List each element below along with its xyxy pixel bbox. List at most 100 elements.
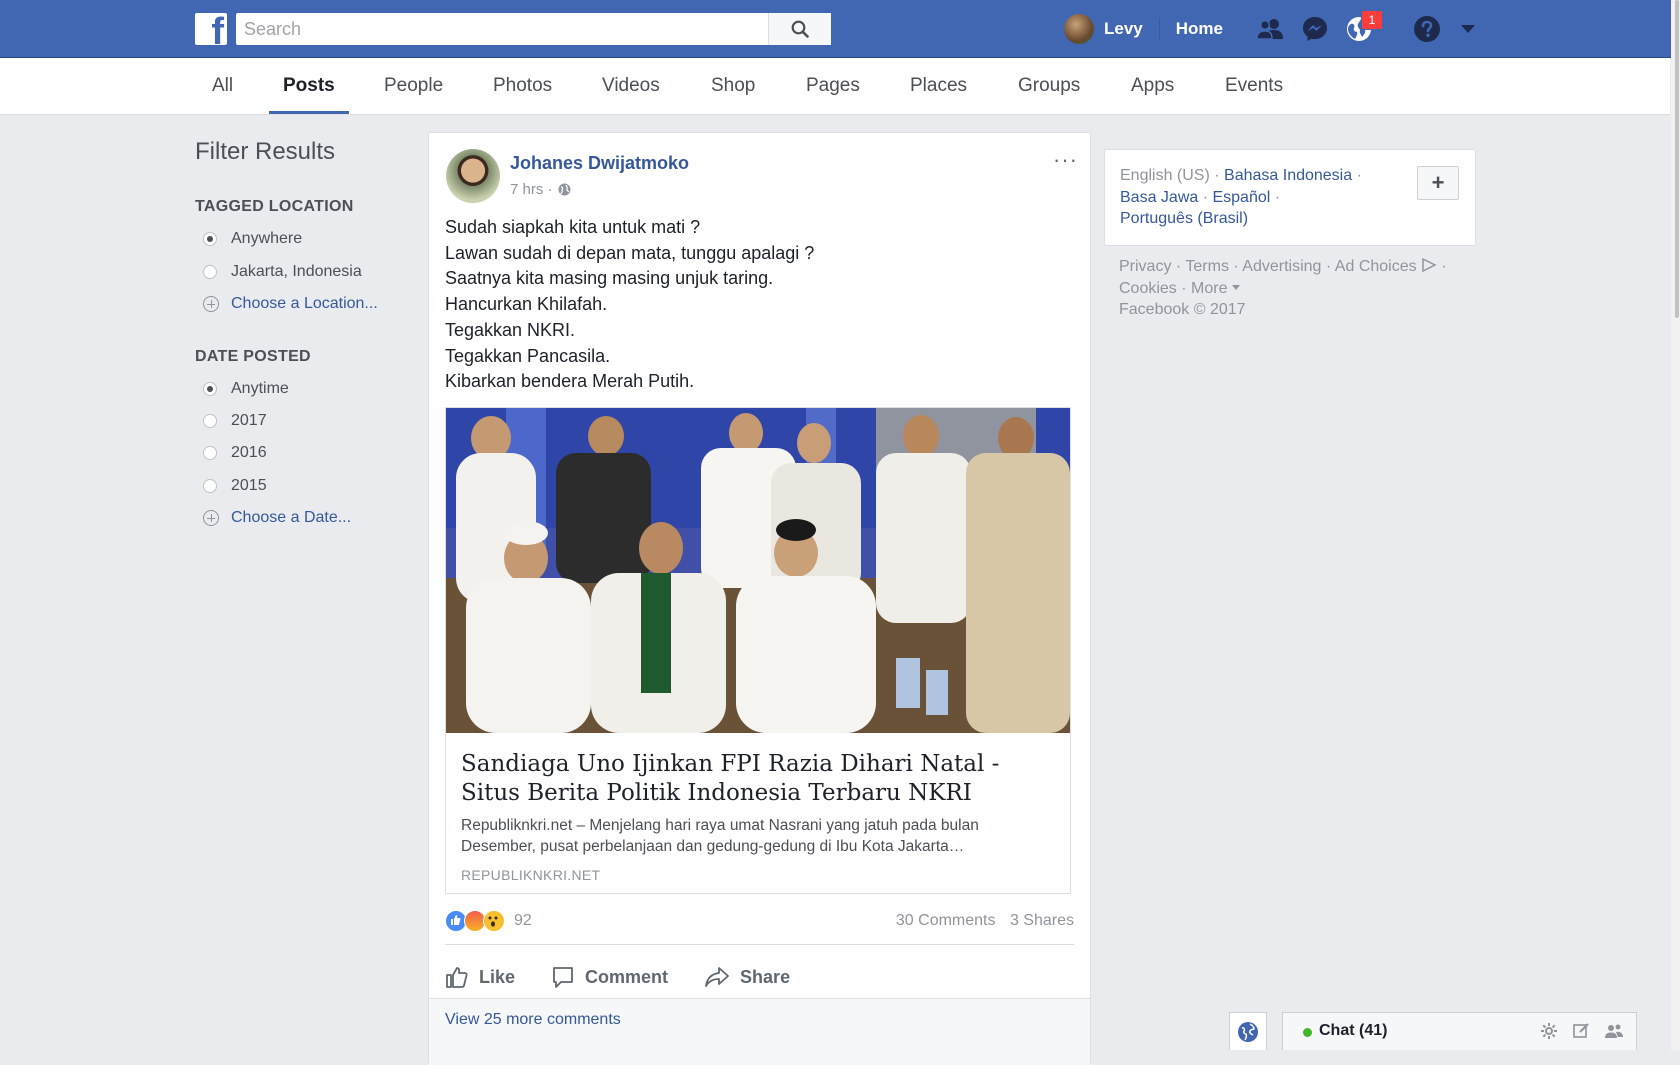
comments-section: View 25 more comments	[429, 998, 1090, 1065]
like-button[interactable]: Like	[445, 965, 515, 989]
post-line: Hancurkan Khilafah.	[445, 294, 608, 315]
post-timestamp[interactable]: 7 hrs ·	[510, 181, 571, 198]
help-icon	[1414, 16, 1440, 42]
language-link[interactable]: Português (Brasil)	[1120, 210, 1248, 227]
page-scrollbar-thumb[interactable]	[1675, 0, 1679, 318]
date-posted-heading: DATE POSTED	[195, 348, 311, 365]
post-line: Tegakkan Pancasila.	[445, 345, 611, 366]
top-separator	[1158, 18, 1160, 40]
ad-choices-link[interactable]: Ad Choices	[1335, 258, 1417, 275]
post-author-link[interactable]: Johanes Dwijatmoko	[510, 153, 689, 174]
search-button[interactable]	[768, 13, 831, 45]
reactions-summary[interactable]: 92	[445, 909, 532, 933]
filter-results-title: Filter Results	[195, 138, 336, 165]
date-option-2017[interactable]: 2017	[203, 410, 267, 432]
chat-sidebar-bar[interactable]: Chat (41)	[1282, 1012, 1637, 1050]
search-icon	[791, 20, 809, 38]
notifications-button[interactable]: 1	[1343, 10, 1383, 45]
facebook-logo-icon[interactable]: f	[195, 13, 227, 45]
ad-choices-icon	[1422, 257, 1437, 273]
tab-apps[interactable]: Apps	[1131, 58, 1174, 114]
tab-photos[interactable]: Photos	[493, 58, 552, 114]
copyright-text: Facebook © 2017	[1119, 301, 1246, 318]
search-input[interactable]	[236, 13, 782, 45]
radio-selected[interactable]	[203, 232, 217, 246]
terms-link[interactable]: Terms	[1185, 258, 1229, 275]
add-circle-icon	[203, 510, 219, 526]
language-link[interactable]: Basa Jawa	[1120, 189, 1198, 206]
language-selector-box: English (US) · Bahasa Indonesia · Basa J…	[1104, 149, 1476, 246]
post-line: Saatnya kita masing masing unjuk taring.	[445, 268, 774, 289]
post-line: Sudah siapkah kita untuk mati ?	[445, 217, 701, 237]
date-option-anytime[interactable]: Anytime	[203, 378, 289, 400]
link-preview-title[interactable]: Sandiaga Uno Ijinkan FPI Razia Dihari Na…	[461, 750, 1056, 808]
home-link[interactable]: Home	[1176, 19, 1223, 39]
search-box	[236, 13, 831, 45]
top-navigation-bar: f Levy Home	[0, 0, 1671, 58]
location-option-jakarta[interactable]: Jakarta, Indonesia	[203, 261, 362, 283]
date-option-2015[interactable]: 2015	[203, 475, 267, 497]
user-name-link[interactable]: Levy	[1104, 19, 1143, 39]
post-card: Johanes Dwijatmoko 7 hrs · ··· Sudah sia…	[428, 132, 1091, 1065]
friend-requests-button[interactable]	[1254, 13, 1286, 45]
post-line: Tegakkan NKRI.	[445, 319, 576, 340]
advertising-link[interactable]: Advertising	[1242, 258, 1321, 275]
link-preview-card[interactable]: Sandiaga Uno Ijinkan FPI Razia Dihari Na…	[445, 407, 1071, 894]
radio-unselected[interactable]	[203, 446, 217, 460]
help-button[interactable]	[1411, 13, 1443, 45]
radio-unselected[interactable]	[203, 479, 217, 493]
account-menu-button[interactable]	[1452, 13, 1484, 45]
caret-down-icon	[1461, 25, 1475, 33]
chat-label[interactable]: Chat (41)	[1319, 1022, 1387, 1040]
share-button[interactable]: Share	[704, 965, 790, 989]
public-globe-icon	[558, 183, 571, 196]
comment-button[interactable]: Comment	[551, 965, 668, 989]
tab-all[interactable]: All	[212, 58, 233, 114]
date-option-2016[interactable]: 2016	[203, 442, 267, 464]
add-language-button[interactable]: +	[1417, 166, 1459, 200]
comments-count-link[interactable]: 30 Comments	[896, 912, 996, 929]
post-message: Sudah siapkah kita untuk mati ? Lawan su…	[445, 215, 1065, 395]
tab-places[interactable]: Places	[910, 58, 967, 114]
post-actions: Like Comment Share	[445, 953, 826, 1001]
user-avatar[interactable]	[1064, 14, 1094, 44]
tab-posts[interactable]: Posts	[269, 58, 349, 114]
radio-unselected[interactable]	[203, 414, 217, 428]
messenger-icon	[1303, 17, 1327, 41]
divider	[445, 944, 1074, 945]
location-option-anywhere[interactable]: Anywhere	[203, 228, 302, 250]
messenger-button[interactable]	[1299, 13, 1331, 45]
post-line: Kibarkan bendera Merah Putih.	[445, 371, 695, 392]
reaction-count: 92	[514, 912, 532, 929]
privacy-link[interactable]: Privacy	[1119, 258, 1171, 275]
tab-people[interactable]: People	[384, 58, 443, 114]
chat-globe-button[interactable]	[1229, 1012, 1267, 1050]
radio-selected[interactable]	[203, 382, 217, 396]
choose-location-link[interactable]: Choose a Location...	[203, 293, 378, 315]
shares-count-link[interactable]: 3 Shares	[1010, 912, 1074, 929]
friends-icon	[1256, 19, 1283, 40]
tab-groups[interactable]: Groups	[1018, 58, 1080, 114]
tab-shop[interactable]: Shop	[711, 58, 755, 114]
author-avatar[interactable]	[446, 149, 500, 203]
tab-videos[interactable]: Videos	[602, 58, 660, 114]
link-preview-image[interactable]	[446, 408, 1070, 733]
new-message-icon[interactable]	[1572, 1022, 1590, 1040]
footer-links: Privacy · Terms · Advertising · Ad Choic…	[1119, 257, 1447, 318]
tab-events[interactable]: Events	[1225, 58, 1283, 114]
cookies-link[interactable]: Cookies	[1119, 280, 1177, 297]
link-preview-description: Republiknkri.net – Menjelang hari raya u…	[461, 817, 979, 855]
create-group-icon[interactable]	[1604, 1022, 1624, 1040]
choose-date-link[interactable]: Choose a Date...	[203, 507, 351, 529]
tab-pages[interactable]: Pages	[806, 58, 860, 114]
online-status-dot	[1303, 1028, 1312, 1037]
post-options-icon[interactable]: ···	[1053, 147, 1078, 173]
radio-unselected[interactable]	[203, 265, 217, 279]
gear-icon[interactable]	[1540, 1022, 1558, 1040]
language-link[interactable]: Español	[1212, 189, 1270, 206]
language-list: English (US) · Bahasa Indonesia · Basa J…	[1120, 167, 1362, 227]
globe-icon	[1238, 1021, 1258, 1042]
language-link[interactable]: Bahasa Indonesia	[1224, 167, 1352, 184]
view-more-comments-link[interactable]: View 25 more comments	[445, 1011, 621, 1029]
more-link[interactable]: More	[1191, 280, 1227, 297]
